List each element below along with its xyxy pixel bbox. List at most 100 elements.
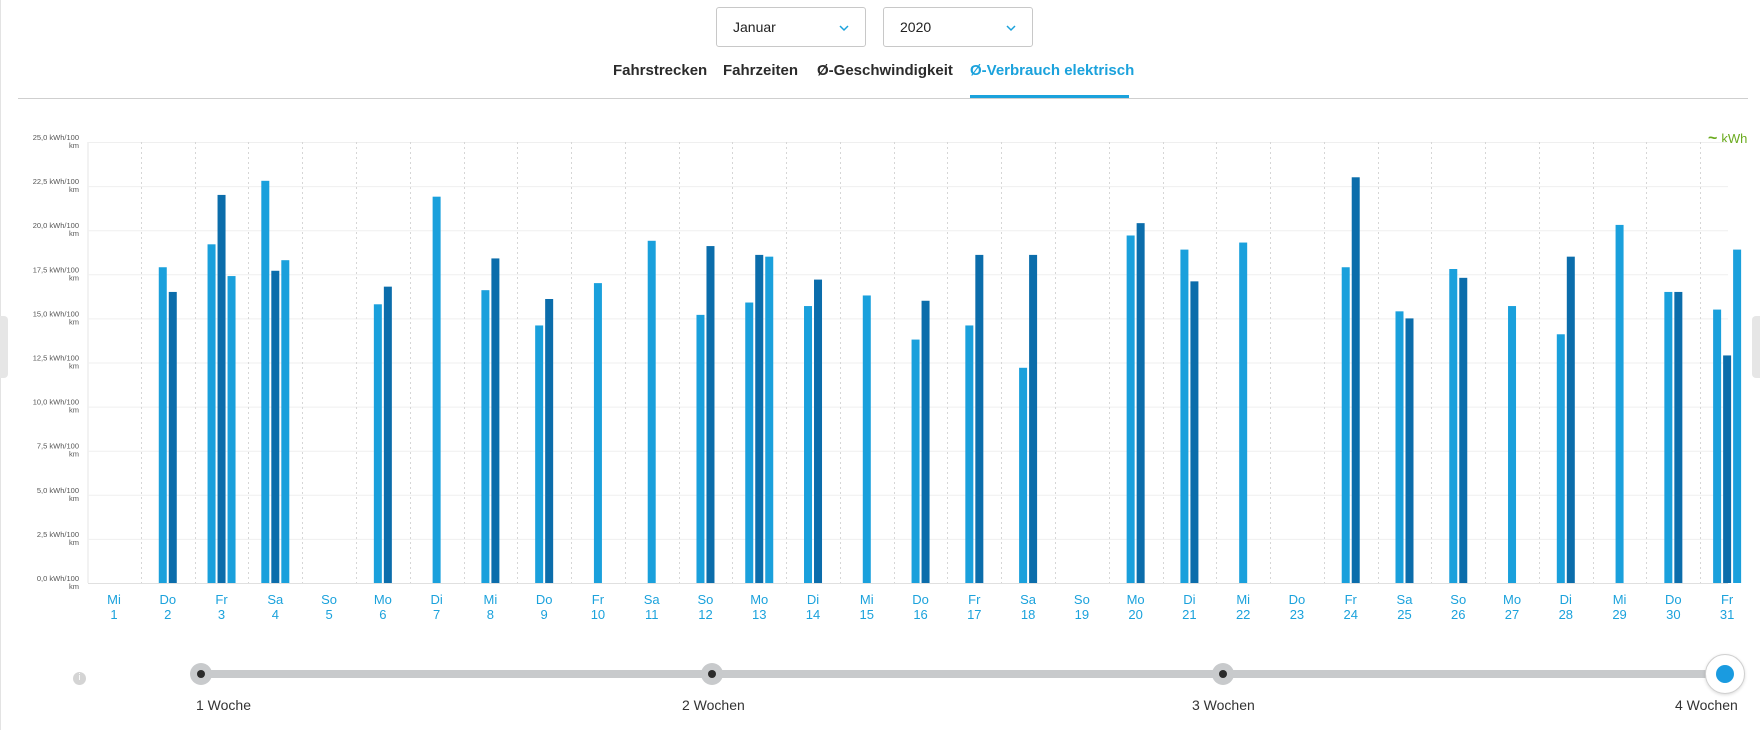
x-tick-day: 29 — [1612, 607, 1626, 622]
slider-track[interactable] — [201, 670, 1726, 678]
bar — [383, 286, 392, 583]
bar — [432, 196, 441, 583]
y-tick-label-unit: km — [69, 273, 79, 282]
bar — [745, 302, 754, 583]
year-select-value: 2020 — [900, 19, 932, 35]
bar — [535, 325, 544, 583]
bar — [1674, 291, 1683, 583]
tab-geschwindigkeit[interactable]: Ø-Geschwindigkeit — [817, 62, 953, 79]
bar — [1395, 311, 1404, 583]
bar — [1029, 254, 1038, 583]
month-select-value: Januar — [733, 19, 776, 35]
bar — [158, 267, 167, 583]
bar — [281, 260, 290, 583]
x-tick-weekday: Mo — [374, 592, 392, 607]
x-tick-day: 6 — [379, 607, 386, 622]
x-tick-day: 4 — [272, 607, 279, 622]
x-tick-day: 25 — [1397, 607, 1411, 622]
year-select[interactable]: 2020 — [883, 7, 1033, 47]
bar — [1405, 318, 1414, 583]
bar — [1351, 177, 1360, 583]
bar — [706, 246, 715, 583]
x-tick-weekday: Fr — [1721, 592, 1734, 607]
bar — [593, 283, 602, 583]
bar — [1508, 306, 1517, 583]
tab-fahrzeiten[interactable]: Fahrzeiten — [723, 62, 798, 79]
slider-stop-4-wochen[interactable] — [1705, 654, 1745, 694]
x-tick-day: 1 — [110, 607, 117, 622]
bar — [207, 244, 216, 583]
x-tick-day: 21 — [1182, 607, 1196, 622]
bar — [814, 279, 823, 583]
x-tick-weekday: Do — [159, 592, 176, 607]
x-tick-weekday: So — [1074, 592, 1090, 607]
x-tick-weekday: Mi — [484, 592, 498, 607]
bar — [765, 256, 774, 583]
y-tick-label-unit: km — [69, 494, 79, 503]
x-tick-weekday: So — [1450, 592, 1466, 607]
x-tick-day: 9 — [541, 607, 548, 622]
bar — [755, 254, 764, 583]
bar — [696, 314, 705, 583]
bar — [1459, 277, 1468, 583]
slider-label-3-wochen: 3 Wochen — [1192, 697, 1255, 713]
info-icon[interactable]: i — [73, 672, 86, 685]
x-tick-day: 19 — [1075, 607, 1089, 622]
bar — [227, 276, 236, 583]
y-tick-label-unit: km — [69, 362, 79, 371]
x-tick-day: 8 — [487, 607, 494, 622]
bar — [1180, 249, 1189, 583]
x-tick-day: 24 — [1343, 607, 1357, 622]
bar — [1449, 269, 1458, 583]
bar — [1713, 309, 1722, 583]
x-tick-day: 5 — [325, 607, 332, 622]
x-tick-weekday: Sa — [1020, 592, 1037, 607]
slider-stop-3-wochen[interactable] — [1212, 663, 1234, 685]
bar — [1566, 256, 1575, 583]
x-tick-weekday: Fr — [592, 592, 605, 607]
bar — [921, 300, 930, 583]
bar — [862, 295, 871, 583]
x-tick-day: 23 — [1290, 607, 1304, 622]
x-tick-weekday: So — [698, 592, 714, 607]
slider-stop-2-wochen[interactable] — [701, 663, 723, 685]
x-tick-day: 27 — [1505, 607, 1519, 622]
x-tick-day: 20 — [1128, 607, 1142, 622]
bar — [647, 240, 656, 583]
x-tick-weekday: Mo — [750, 592, 768, 607]
x-tick-day: 2 — [164, 607, 171, 622]
bar — [1136, 223, 1145, 584]
x-tick-day: 10 — [591, 607, 605, 622]
x-tick-weekday: Mo — [1127, 592, 1145, 607]
x-tick-day: 18 — [1021, 607, 1035, 622]
x-tick-day: 17 — [967, 607, 981, 622]
bar — [373, 304, 382, 583]
x-tick-day: 13 — [752, 607, 766, 622]
x-tick-day: 22 — [1236, 607, 1250, 622]
x-tick-weekday: Mi — [1613, 592, 1627, 607]
x-tick-day: 26 — [1451, 607, 1465, 622]
x-tick-day: 7 — [433, 607, 440, 622]
x-tick-weekday: Sa — [1397, 592, 1414, 607]
x-tick-weekday: Do — [536, 592, 553, 607]
slider-label-1-woche: 1 Woche — [196, 697, 251, 713]
tab-verbrauch-elektrisch[interactable]: Ø-Verbrauch elektrisch — [970, 62, 1134, 79]
x-tick-weekday: Sa — [267, 592, 284, 607]
x-tick-day: 12 — [698, 607, 712, 622]
bar — [217, 194, 226, 584]
y-tick-label-unit: km — [69, 538, 79, 547]
bar — [271, 270, 280, 583]
bar — [1556, 334, 1565, 583]
slider-stop-1-woche[interactable] — [190, 663, 212, 685]
month-select[interactable]: Januar — [716, 7, 866, 47]
tab-fahrstrecken[interactable]: Fahrstrecken — [613, 62, 707, 79]
x-tick-weekday: Mo — [1503, 592, 1521, 607]
bar — [1341, 267, 1350, 583]
tabs-divider — [18, 98, 1748, 99]
x-tick-weekday: Mi — [1236, 592, 1250, 607]
bar — [911, 339, 920, 583]
x-tick-weekday: Di — [807, 592, 819, 607]
x-tick-weekday: Mi — [107, 592, 121, 607]
x-tick-day: 14 — [806, 607, 820, 622]
x-tick-weekday: Do — [1665, 592, 1682, 607]
